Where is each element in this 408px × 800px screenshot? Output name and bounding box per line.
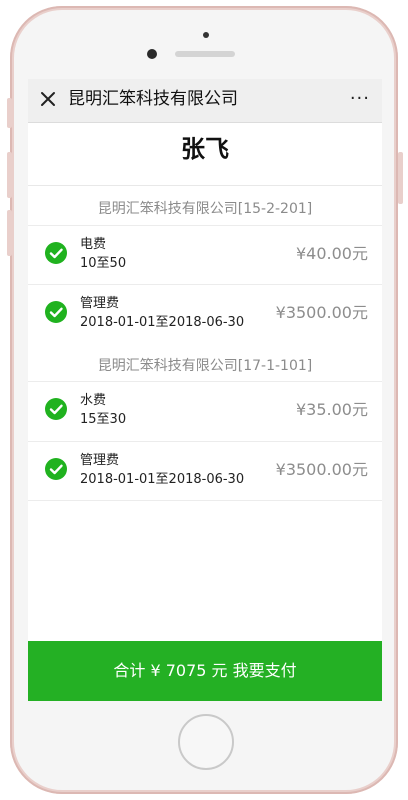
bill-item-amount: ¥40.00元: [296, 244, 368, 263]
bill-item-amount: ¥3500.00元: [275, 303, 368, 322]
bill-item-detail: 2018-01-01至2018-06-30: [80, 472, 245, 487]
bill-item-amount: ¥35.00元: [296, 400, 368, 419]
volume-down-button: [7, 210, 12, 256]
check-icon[interactable]: [45, 301, 67, 323]
bill-row[interactable]: 水费 15至30 ¥35.00元: [28, 382, 382, 440]
home-button[interactable]: [178, 714, 234, 770]
pay-button[interactable]: 合计 ¥ 7075 元 我要支付: [28, 641, 382, 701]
check-icon[interactable]: [45, 242, 67, 264]
group-header: 昆明汇笨科技有限公司[15-2-201]: [97, 201, 313, 217]
bill-row[interactable]: 管理费 2018-01-01至2018-06-30 ¥3500.00元: [28, 285, 382, 343]
bill-item-name: 电费: [80, 237, 107, 252]
power-button: [398, 152, 403, 204]
nav-bar: 昆明汇笨科技有限公司 ···: [28, 79, 382, 123]
divider: [28, 185, 382, 186]
phone-screen: 昆明汇笨科技有限公司 ··· 张飞 昆明汇笨科技有限公司[15-2-201] 电…: [28, 79, 382, 701]
volume-up-button: [7, 152, 12, 198]
front-camera: [147, 49, 157, 59]
bill-item-detail: 2018-01-01至2018-06-30: [80, 315, 245, 330]
divider: [28, 500, 382, 501]
bill-item-detail: 15至30: [80, 412, 127, 427]
bill-item-name: 管理费: [80, 453, 120, 468]
bill-item-amount: ¥3500.00元: [275, 460, 368, 479]
check-icon[interactable]: [45, 398, 67, 420]
proximity-sensor: [203, 32, 209, 38]
close-icon[interactable]: [38, 89, 58, 109]
mute-switch: [7, 98, 12, 128]
bill-item-name: 管理费: [80, 296, 120, 311]
bill-row[interactable]: 管理费 2018-01-01至2018-06-30 ¥3500.00元: [28, 442, 382, 500]
check-icon[interactable]: [45, 458, 67, 480]
group-header: 昆明汇笨科技有限公司[17-1-101]: [97, 358, 313, 374]
bill-row[interactable]: 电费 10至50 ¥40.00元: [28, 226, 382, 284]
more-menu-icon[interactable]: ···: [350, 88, 370, 110]
nav-title: 昆明汇笨科技有限公司: [68, 89, 238, 109]
bill-item-detail: 10至50: [80, 256, 127, 271]
bill-item-name: 水费: [80, 393, 107, 408]
earpiece-speaker: [175, 51, 235, 57]
person-name: 张飞: [181, 135, 229, 163]
